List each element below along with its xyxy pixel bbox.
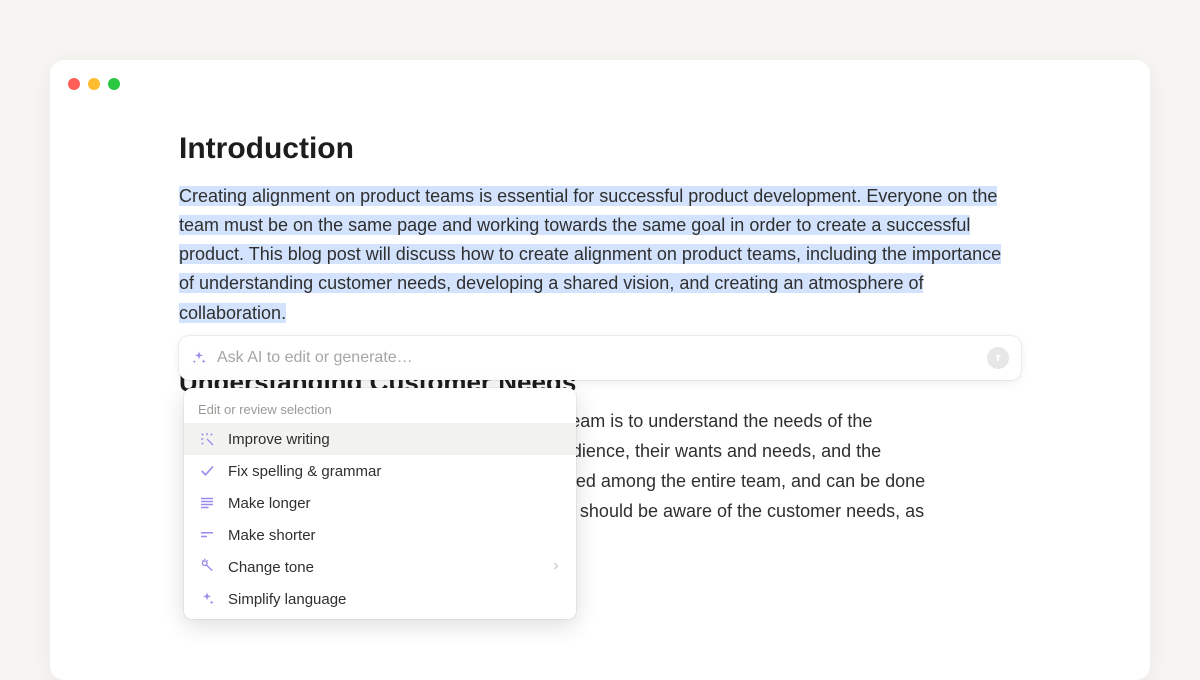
selected-text: Creating alignment on product teams is e…: [179, 186, 1001, 323]
ai-prompt-bar[interactable]: [179, 336, 1021, 380]
menu-item-label: Make shorter: [228, 527, 562, 544]
minimize-window-button[interactable]: [88, 78, 100, 90]
maximize-window-button[interactable]: [108, 78, 120, 90]
sparkle-icon: [191, 350, 207, 366]
lines-long-icon: [198, 494, 216, 512]
menu-item-label: Make longer: [228, 495, 562, 512]
sparkle-icon: [198, 590, 216, 608]
menu-item-improve-writing[interactable]: Improve writing: [184, 423, 576, 455]
doc-heading: Introduction: [179, 132, 1021, 166]
ai-actions-menu: Edit or review selection Improve writing…: [184, 388, 576, 619]
document-body: Introduction Creating alignment on produ…: [179, 132, 1021, 328]
menu-item-fix-spelling[interactable]: Fix spelling & grammar: [184, 455, 576, 487]
app-window: Introduction Creating alignment on produ…: [50, 60, 1150, 680]
window-controls: [68, 78, 120, 90]
menu-item-label: Simplify language: [228, 591, 562, 608]
send-button[interactable]: [987, 347, 1009, 369]
menu-item-simplify-language[interactable]: Simplify language: [184, 583, 576, 615]
doc-paragraph[interactable]: Creating alignment on product teams is e…: [179, 182, 1021, 328]
menu-section-label: Edit or review selection: [184, 394, 576, 423]
menu-item-label: Change tone: [228, 559, 538, 576]
menu-item-label: Improve writing: [228, 431, 562, 448]
menu-item-make-longer[interactable]: Make longer: [184, 487, 576, 519]
menu-item-make-shorter[interactable]: Make shorter: [184, 519, 576, 551]
close-window-button[interactable]: [68, 78, 80, 90]
menu-item-change-tone[interactable]: Change tone: [184, 551, 576, 583]
wand-icon: [198, 430, 216, 448]
lines-short-icon: [198, 526, 216, 544]
microphone-icon: [198, 558, 216, 576]
chevron-right-icon: [550, 559, 562, 575]
ai-prompt-input[interactable]: [217, 349, 987, 367]
check-icon: [198, 462, 216, 480]
menu-item-label: Fix spelling & grammar: [228, 463, 562, 480]
